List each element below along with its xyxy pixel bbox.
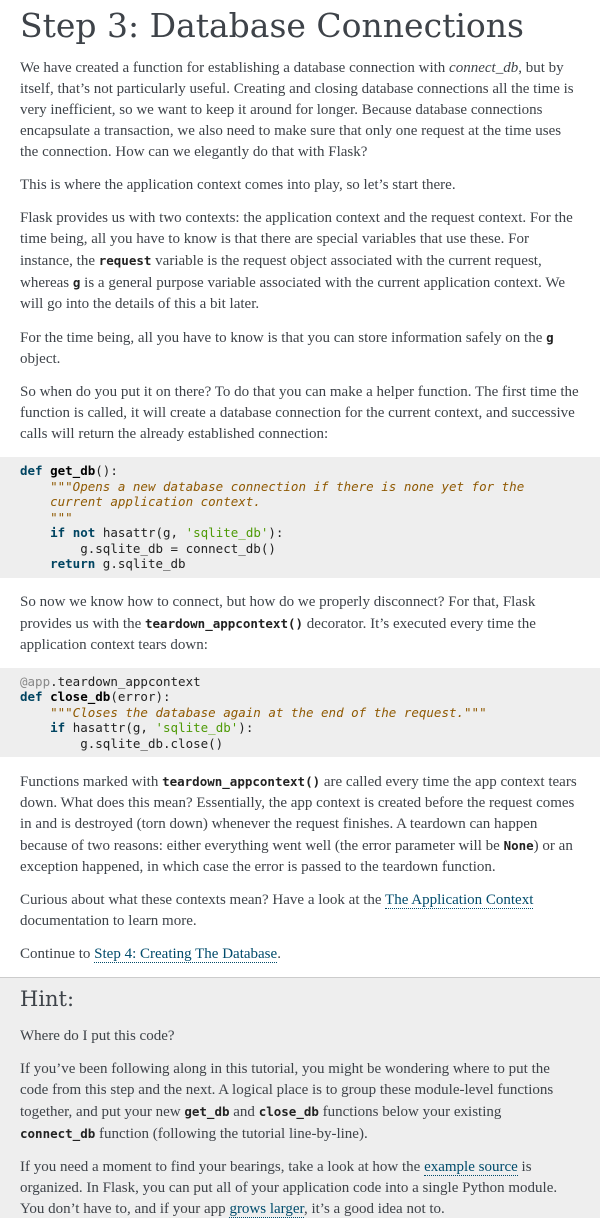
code-token: hasattr(g, [102,525,179,540]
paragraph-curious: Curious about what these contexts mean? … [20,890,580,932]
code-literal-teardown: teardown_appcontext() [145,615,304,631]
code-docstring: """ [50,509,73,525]
code-token: (): [95,463,118,478]
text: Curious about what these contexts mean? … [20,892,386,908]
text: documentation to learn more. [20,913,197,929]
hint-question: Where do I put this code? [20,1028,175,1044]
code-token: ): [238,720,254,735]
code-literal-request: request [98,253,152,268]
code-token: not [72,525,96,540]
code-token: g.sqlite_db [102,556,186,571]
code-literal-connect-db: connect_db [20,1126,96,1141]
code-literal-g: g [546,330,554,345]
code-token: def [20,463,43,478]
text: We have created a function for establish… [20,60,450,76]
code-decorator: @app [20,673,51,689]
hint-paragraph-placement: If you’ve been following along in this t… [20,1059,580,1145]
hint-title: Hint: [20,987,75,1011]
text: If you need a moment to find your bearin… [20,1159,425,1175]
link-grows-larger[interactable]: grows larger [229,1201,304,1218]
paragraph-helper: So when do you put it on there? To do th… [20,384,579,442]
doc-page: Step 3: Database Connections We have cre… [0,0,600,1218]
code-literal-close-db: close_db [258,1104,319,1119]
code-docstring: current application context. [50,494,261,509]
link-example-source[interactable]: example source [424,1159,518,1176]
emphasis-connect-db: connect_db [449,60,519,76]
paragraph-intro: We have created a function for establish… [20,58,580,163]
code-block-get-db: def get_db(): """Opens a new database co… [0,457,600,578]
code-token: ): [268,525,284,540]
paragraph-contexts: Flask provides us with two contexts: the… [20,208,580,315]
code-token: get_db [50,463,96,478]
page-title: Step 3: Database Connections [20,6,524,45]
hint-box: Hint: Where do I put this code? If you’v… [0,977,600,1218]
text: object. [20,351,61,367]
hint-paragraph-bearings: If you need a moment to find your bearin… [20,1157,580,1218]
code-token: .teardown_appcontext [50,673,201,689]
text: , it’s a good idea not to. [303,1201,445,1217]
code-string: 'sqlite_db' [185,525,269,540]
link-step-4[interactable]: Step 4: Creating The Database [94,946,278,963]
text: and [229,1104,259,1120]
code-literal-none: None [503,838,534,853]
text: function (following the tutorial line-by… [95,1126,368,1142]
paragraph-app-context: This is where the application context co… [20,177,456,193]
code-literal-get-db: get_db [184,1104,230,1119]
text: functions below your existing [318,1104,502,1120]
code-docstring: """Opens a new database connection if th… [50,478,525,494]
code-token: g.sqlite_db.close() [80,735,224,751]
paragraph-store-g: For the time being, all you have to know… [20,327,580,370]
paragraph-continue: Continue to Step 4: Creating The Databas… [20,944,580,965]
code-token: if [50,720,66,735]
code-token: close_db [50,689,111,704]
text: . [277,946,281,962]
link-application-context[interactable]: The Application Context [385,892,534,909]
paragraph-teardown-explained: Functions marked with teardown_appcontex… [20,771,580,878]
paragraph-disconnect: So now we know how to connect, but how d… [20,592,580,656]
code-token: def [20,689,43,704]
code-token: return [50,556,96,571]
text: For the time being, all you have to know… [20,330,547,346]
text: is a general purpose variable associated… [20,275,566,312]
code-literal-teardown: teardown_appcontext() [162,774,321,789]
code-token: (error): [110,689,171,704]
code-block-close-db: @app.teardown_appcontext def close_db(er… [0,667,600,757]
code-token: if [50,525,66,540]
text: Functions marked with [20,774,163,790]
main-content: Step 3: Database Connections We have cre… [0,6,600,965]
code-token: g.sqlite_db = connect_db() [80,540,276,556]
code-string: 'sqlite_db' [155,720,239,735]
code-token: hasattr(g, [72,720,148,735]
code-docstring: """Closes the database again at the end … [50,704,487,720]
text: Continue to [20,946,95,962]
